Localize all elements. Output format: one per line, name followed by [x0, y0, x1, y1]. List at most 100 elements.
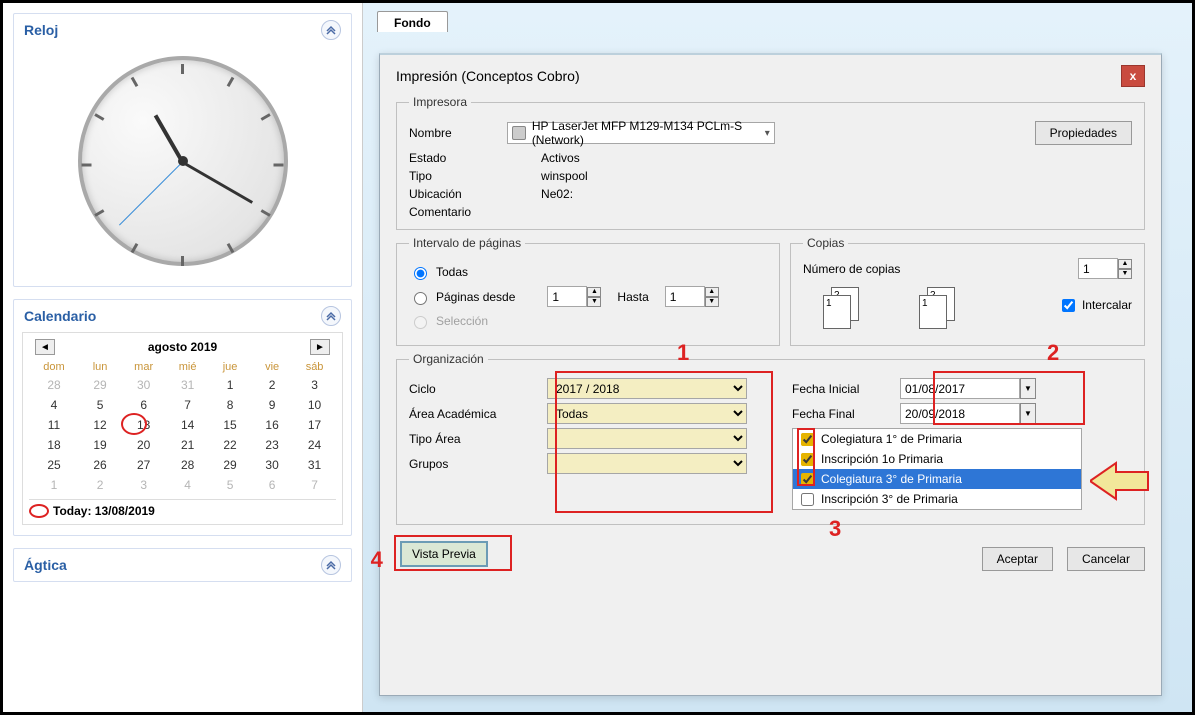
cal-day-cell[interactable]: 15 [209, 415, 251, 435]
page-to-input[interactable] [665, 286, 705, 307]
cal-day-cell[interactable]: 29 [79, 375, 121, 395]
printer-icon [512, 126, 526, 140]
cal-day-cell[interactable]: 30 [251, 455, 293, 475]
cal-day-cell[interactable]: 10 [293, 395, 336, 415]
radio-all-pages[interactable] [414, 267, 427, 280]
concept-checkbox[interactable] [801, 473, 814, 486]
sidebar: Reloj Calendario [3, 3, 363, 712]
copies-spinner[interactable]: ▲▼ [1078, 258, 1132, 279]
cal-day-cell[interactable]: 19 [79, 435, 121, 455]
cal-day-cell[interactable]: 25 [29, 455, 79, 475]
cal-day-cell[interactable]: 12 [79, 415, 121, 435]
cal-day-cell[interactable]: 11 [29, 415, 79, 435]
radio-page-range[interactable] [414, 292, 427, 305]
cal-day-cell[interactable]: 22 [209, 435, 251, 455]
cal-day-cell[interactable]: 6 [251, 475, 293, 495]
cal-day-cell[interactable]: 7 [166, 395, 209, 415]
cal-day-cell[interactable]: 2 [251, 375, 293, 395]
calendar-grid[interactable]: domlunmarmiéjueviesáb 282930311234567891… [29, 359, 336, 495]
collapse-calendar-button[interactable] [321, 306, 341, 326]
fecha-fin-input[interactable] [900, 403, 1020, 424]
grupos-select[interactable] [547, 453, 747, 474]
dropdown-icon[interactable]: ▼ [1020, 403, 1036, 424]
cal-day-cell[interactable]: 16 [251, 415, 293, 435]
cal-day-cell[interactable]: 3 [121, 475, 166, 495]
cal-day-cell[interactable]: 6 [121, 395, 166, 415]
cal-day-cell[interactable]: 4 [166, 475, 209, 495]
spin-down-icon[interactable]: ▼ [587, 297, 601, 307]
calendar-today-label: Today: 13/08/2019 [53, 504, 155, 518]
spin-down-icon[interactable]: ▼ [1118, 269, 1132, 279]
cal-day-cell[interactable]: 31 [293, 455, 336, 475]
agtica-title: Ágtica [24, 557, 67, 573]
ciclo-select[interactable]: 2017 / 2018 [547, 378, 747, 399]
cal-day-cell[interactable]: 27 [121, 455, 166, 475]
concept-item[interactable]: Inscripción 3° de Primaria [793, 489, 1081, 509]
aceptar-button[interactable]: Aceptar [982, 547, 1053, 571]
cal-prev-button[interactable]: ◄ [35, 339, 55, 355]
tipo-select[interactable] [547, 428, 747, 449]
tab-fondo[interactable]: Fondo [377, 11, 448, 32]
cal-day-cell[interactable]: 23 [251, 435, 293, 455]
cal-day-cell[interactable]: 31 [166, 375, 209, 395]
cal-next-button[interactable]: ► [310, 339, 330, 355]
concept-item[interactable]: Colegiatura 3° de Primaria [793, 469, 1081, 489]
dropdown-icon[interactable]: ▼ [1020, 378, 1036, 399]
cal-day-cell[interactable]: 5 [209, 475, 251, 495]
cal-day-cell[interactable]: 26 [79, 455, 121, 475]
spin-up-icon[interactable]: ▲ [1118, 259, 1132, 269]
concepts-listbox[interactable]: Colegiatura 1° de PrimariaInscripción 1o… [792, 428, 1082, 510]
cal-day-cell[interactable]: 9 [251, 395, 293, 415]
copies-input[interactable] [1078, 258, 1118, 279]
spin-up-icon[interactable]: ▲ [587, 287, 601, 297]
page-to-label: Hasta [617, 290, 648, 304]
page-from-spinner[interactable]: ▲▼ [547, 286, 601, 307]
cal-day-cell[interactable]: 29 [209, 455, 251, 475]
cal-day-cell[interactable]: 14 [166, 415, 209, 435]
cal-day-cell[interactable]: 28 [29, 375, 79, 395]
cal-day-cell[interactable]: 1 [29, 475, 79, 495]
concept-checkbox[interactable] [801, 453, 814, 466]
printer-properties-button[interactable]: Propiedades [1035, 121, 1132, 145]
page-to-spinner[interactable]: ▲▼ [665, 286, 719, 307]
clock-title: Reloj [24, 22, 58, 38]
collate-checkbox-row[interactable]: Intercalar [1058, 296, 1132, 315]
spin-down-icon[interactable]: ▼ [705, 297, 719, 307]
cal-day-cell[interactable]: 8 [209, 395, 251, 415]
cal-day-cell[interactable]: 3 [293, 375, 336, 395]
cal-day-cell[interactable]: 17 [293, 415, 336, 435]
concept-checkbox[interactable] [801, 433, 814, 446]
concept-item[interactable]: Colegiatura 1° de Primaria [793, 429, 1081, 449]
grupos-label: Grupos [409, 457, 539, 471]
cal-day-cell[interactable]: 20 [121, 435, 166, 455]
concept-item[interactable]: Inscripción 1o Primaria [793, 449, 1081, 469]
cal-day-cell[interactable]: 28 [166, 455, 209, 475]
cancelar-button[interactable]: Cancelar [1067, 547, 1145, 571]
cal-day-cell[interactable]: 2 [79, 475, 121, 495]
calendar-today-row[interactable]: Today: 13/08/2019 [29, 499, 336, 518]
copies-legend: Copias [803, 236, 848, 250]
page-from-input[interactable] [547, 286, 587, 307]
cal-day-cell[interactable]: 1 [209, 375, 251, 395]
cal-day-cell[interactable]: 4 [29, 395, 79, 415]
vista-previa-button[interactable]: Vista Previa [400, 541, 488, 567]
printer-select[interactable]: HP LaserJet MFP M129-M134 PCLm-S (Networ… [507, 122, 775, 144]
cal-day-cell[interactable]: 18 [29, 435, 79, 455]
area-select[interactable]: Todas [547, 403, 747, 424]
dialog-close-button[interactable]: x [1121, 65, 1145, 87]
cal-dow-header: dom [29, 359, 79, 375]
annotation-4: 4 [371, 547, 383, 573]
concept-checkbox[interactable] [801, 493, 814, 506]
cal-day-cell[interactable]: 21 [166, 435, 209, 455]
collapse-agtica-button[interactable] [321, 555, 341, 575]
collapse-clock-button[interactable] [321, 20, 341, 40]
collate-checkbox[interactable] [1062, 299, 1075, 312]
cal-day-cell[interactable]: 30 [121, 375, 166, 395]
cal-month-label: agosto 2019 [148, 340, 217, 354]
cal-day-cell[interactable]: 5 [79, 395, 121, 415]
spin-up-icon[interactable]: ▲ [705, 287, 719, 297]
cal-day-cell[interactable]: 13 [121, 415, 166, 435]
cal-day-cell[interactable]: 24 [293, 435, 336, 455]
cal-day-cell[interactable]: 7 [293, 475, 336, 495]
fecha-ini-input[interactable] [900, 378, 1020, 399]
